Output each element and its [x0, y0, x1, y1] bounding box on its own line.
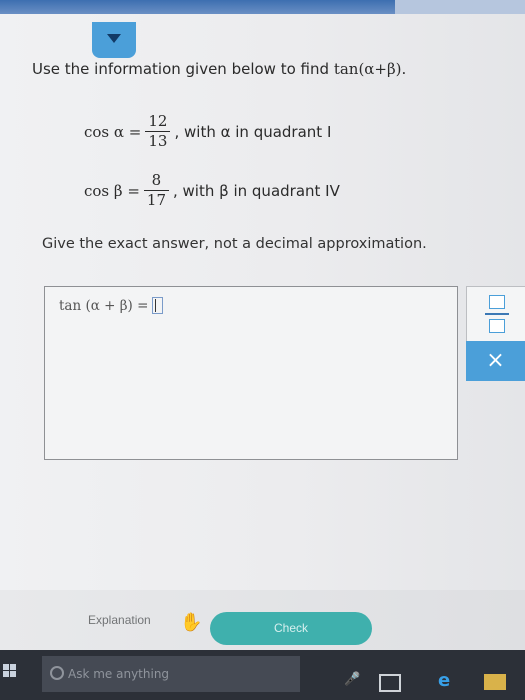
window-top-strip-right: [395, 0, 525, 14]
answer-input-area[interactable]: tan (α + β) =: [44, 286, 458, 460]
cos-alpha-numerator: 12: [148, 112, 168, 130]
clear-button[interactable]: ×: [466, 341, 525, 381]
fraction-tool-button[interactable]: [466, 286, 525, 342]
cos-beta-row: cos β = 8 17 , with β in quadrant IV: [84, 171, 340, 210]
fraction-numerator-box-icon: [489, 295, 505, 309]
cos-beta-numerator: 8: [151, 171, 162, 189]
windows-start-icon[interactable]: [3, 664, 17, 678]
fraction-line-icon: [485, 313, 509, 315]
explanation-button[interactable]: Explanation: [88, 613, 151, 627]
taskbar: Ask me anything 🎤 e: [0, 650, 525, 700]
task-view-icon[interactable]: [379, 674, 401, 692]
microphone-icon[interactable]: 🎤: [344, 672, 360, 687]
collapse-tab-button[interactable]: [92, 22, 136, 58]
file-explorer-icon[interactable]: [484, 674, 506, 690]
question-prompt: Use the information given below to find …: [32, 60, 406, 78]
cos-beta-label: cos β =: [84, 181, 140, 200]
edge-browser-icon[interactable]: e: [438, 670, 450, 691]
cos-alpha-row: cos α = 12 13 , with α in quadrant I: [84, 112, 331, 151]
prompt-target: tan(α+β).: [333, 60, 407, 78]
fraction-denominator-box-icon: [489, 319, 505, 333]
instruction-note: Give the exact answer, not a decimal app…: [42, 236, 427, 252]
cos-beta-fraction: 8 17: [143, 171, 169, 210]
check-button[interactable]: Check: [210, 612, 372, 645]
cos-beta-denominator: 17: [146, 191, 166, 209]
answer-expression: tan (α + β) =: [59, 297, 149, 314]
chevron-down-icon: [107, 34, 121, 43]
answer-equation: tan (α + β) =: [59, 297, 164, 314]
cos-alpha-denominator: 13: [148, 132, 168, 150]
cos-alpha-fraction: 12 13: [145, 112, 171, 151]
answer-slot[interactable]: [152, 297, 164, 314]
taskbar-search-input[interactable]: Ask me anything: [42, 656, 300, 692]
cos-alpha-suffix: , with α in quadrant I: [174, 122, 332, 141]
hand-cursor-icon: ✋: [180, 612, 203, 633]
cos-alpha-label: cos α =: [84, 122, 142, 141]
cortana-icon: [50, 666, 64, 680]
prompt-text: Use the information given below to find: [32, 60, 330, 78]
cos-beta-suffix: , with β in quadrant IV: [173, 181, 340, 200]
